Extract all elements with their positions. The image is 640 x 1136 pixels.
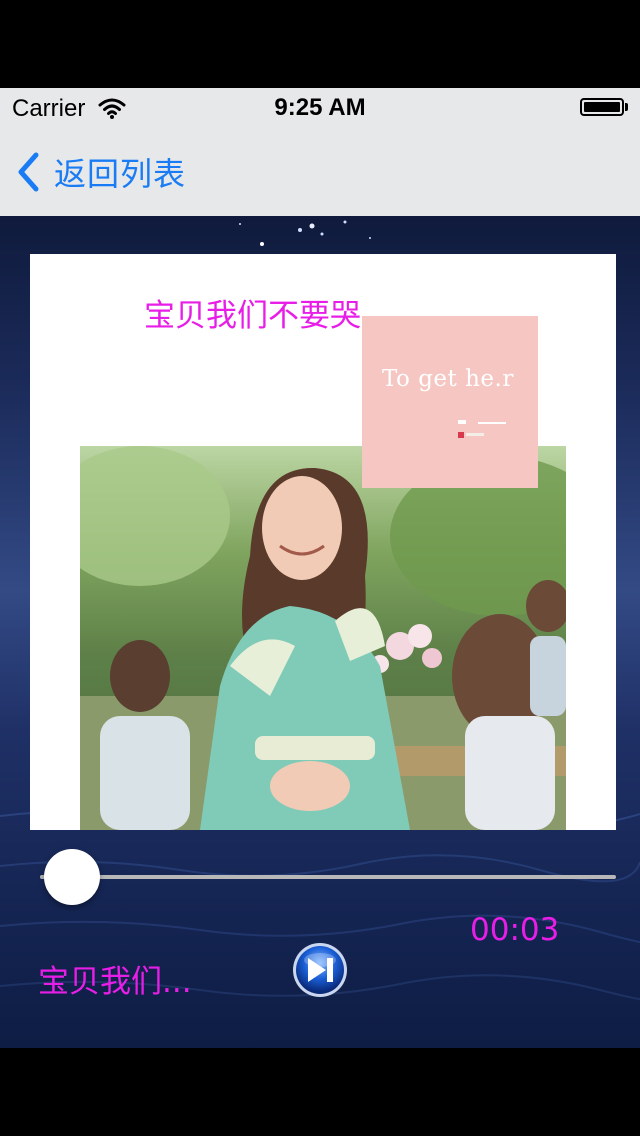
bottom-area <box>0 1048 640 1136</box>
status-bar: Carrier 9:25 AM <box>0 88 640 128</box>
album-title: 宝贝我们不要哭 <box>144 298 361 334</box>
cover-text: To get he.r <box>382 366 514 392</box>
play-next-icon <box>293 943 347 997</box>
clock: 9:25 AM <box>274 94 366 121</box>
back-button[interactable]: 返回列表 <box>14 148 186 196</box>
album-cover: 宝贝我们不要哭 To get he.r <box>30 254 616 830</box>
screen: Carrier 9:25 AM 返回列表 宝贝我们不要哭 To get he.r… <box>0 0 640 1136</box>
battery-tip <box>625 103 628 111</box>
album-photo <box>80 446 566 830</box>
battery-icon <box>580 98 624 116</box>
chevron-left-icon <box>18 152 39 192</box>
slider-track <box>40 875 616 879</box>
slider-thumb[interactable] <box>44 849 100 905</box>
cover-pink-block: To get he.r <box>362 316 538 488</box>
song-title: 宝贝我们... <box>38 964 192 1000</box>
progress-slider[interactable] <box>40 846 616 906</box>
back-label: 返回列表 <box>54 155 187 193</box>
current-time: 00:03 <box>470 912 560 948</box>
play-next-button[interactable] <box>292 942 348 998</box>
player-background: 宝贝我们不要哭 To get he.r 00:03 宝贝我们... <box>0 216 640 1048</box>
navigation-bar: 返回列表 <box>0 128 640 216</box>
